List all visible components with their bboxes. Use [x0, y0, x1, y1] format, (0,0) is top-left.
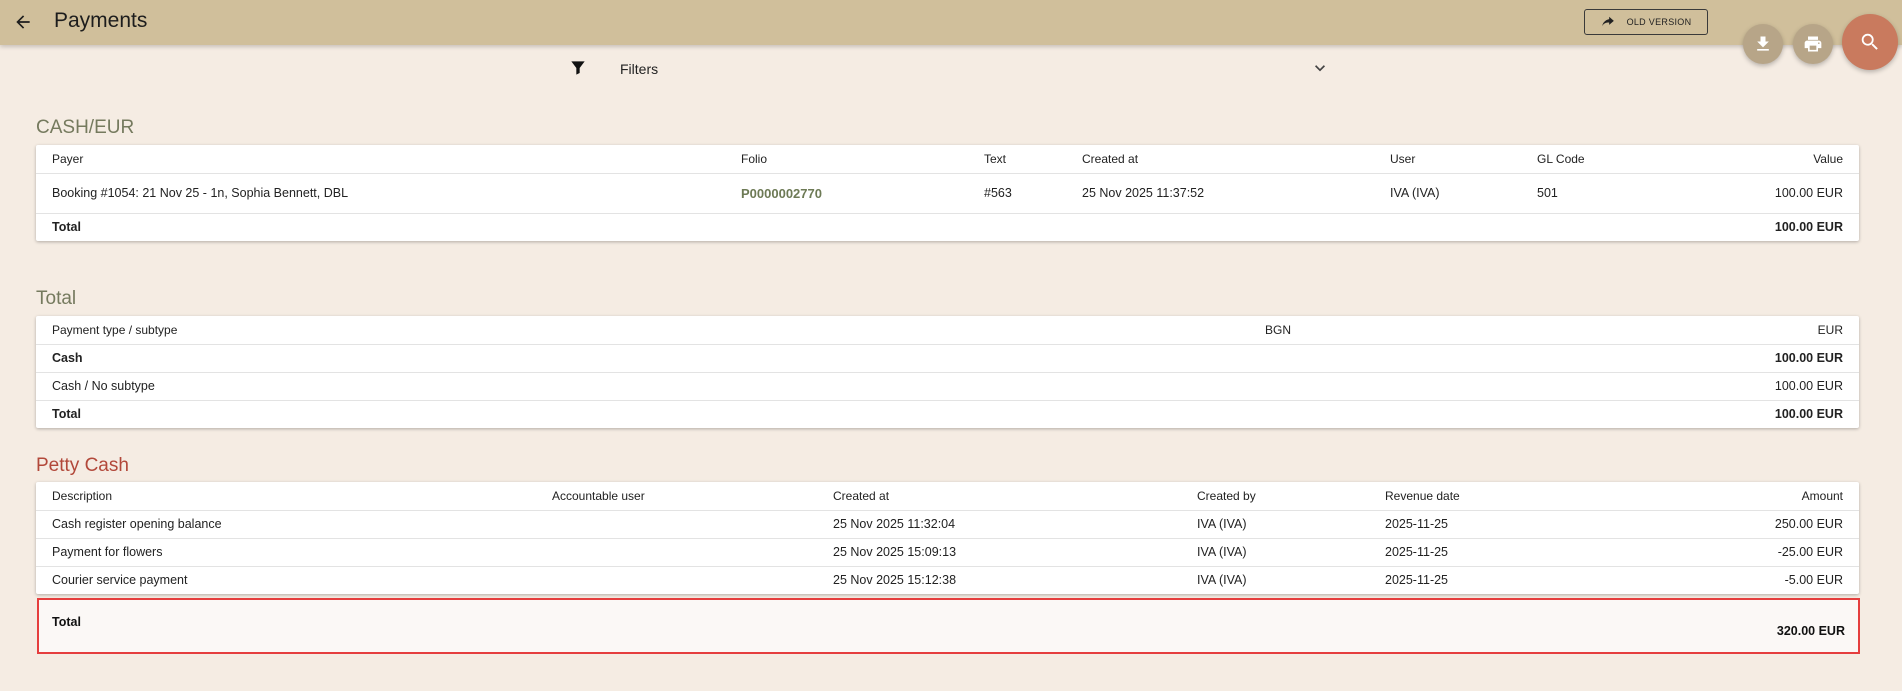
gl-code-cell: 501 — [1521, 173, 1671, 214]
folio-link[interactable]: P0000002770 — [741, 186, 822, 201]
total-row: Total 100.00 EUR — [36, 400, 1859, 428]
created-at-cell: 25 Nov 2025 11:37:52 — [1066, 173, 1374, 214]
accountable-user-cell — [536, 510, 817, 539]
table-row: Cash register opening balance 25 Nov 202… — [36, 510, 1859, 539]
eur-cell: 100.00 EUR — [1549, 372, 1859, 401]
table-row: Courier service payment 25 Nov 2025 15:1… — [36, 566, 1859, 594]
cash-eur-table-card: Payer Folio Text Created at User GL Code… — [36, 145, 1859, 241]
chevron-down-icon — [1315, 65, 1325, 72]
table-row: Booking #1054: 21 Nov 25 - 1n, Sophia Be… — [36, 173, 1859, 214]
text-cell: #563 — [968, 173, 1066, 214]
filters-toggle[interactable]: Filters — [560, 54, 1330, 82]
user-cell: IVA (IVA) — [1374, 173, 1521, 214]
petty-cash-title: Petty Cash — [36, 455, 129, 476]
column-header: Created by — [1181, 482, 1369, 511]
column-header: Amount — [1669, 482, 1859, 511]
download-icon — [1757, 36, 1769, 51]
total-label: Total — [52, 220, 81, 235]
total-value: 100.00 EUR — [1774, 220, 1843, 235]
top-app-bar: Payments OLD VERSION — [0, 0, 1902, 45]
total-label: Total — [52, 407, 81, 422]
petty-cash-table-card: Description Accountable user Created at … — [36, 482, 1859, 594]
amount-cell: 250.00 EUR — [1669, 510, 1859, 539]
print-button[interactable] — [1793, 24, 1833, 64]
arrow-left-icon — [16, 15, 30, 29]
old-version-button[interactable]: OLD VERSION — [1584, 9, 1708, 35]
accountable-user-cell — [536, 566, 817, 594]
filters-label: Filters — [620, 61, 659, 77]
accountable-user-cell — [536, 538, 817, 567]
total-row: Total 100.00 EUR — [36, 213, 1859, 241]
total-value: 100.00 EUR — [1774, 407, 1843, 422]
cash-eur-title: CASH/EUR — [36, 117, 135, 138]
totals-table: Payment type / subtype BGN EUR Cash 100.… — [36, 316, 1859, 428]
column-header: Accountable user — [536, 482, 817, 511]
filter-icon — [571, 61, 585, 75]
revenue-date-cell: 2025-11-25 — [1369, 538, 1669, 567]
petty-cash-total-row: Total 320.00 EUR — [37, 598, 1860, 654]
totals-title: Total — [36, 288, 77, 309]
search-button[interactable] — [1842, 14, 1898, 70]
column-header: BGN — [1249, 316, 1549, 345]
revenue-date-cell: 2025-11-25 — [1385, 573, 1449, 588]
value-cell: 100.00 EUR — [1671, 173, 1859, 214]
revenue-date-cell: 2025-11-25 — [1369, 510, 1669, 539]
column-header: GL Code — [1521, 145, 1671, 174]
total-label: Total — [52, 615, 81, 629]
total-value: 320.00 EUR — [1776, 624, 1845, 638]
page-title: Payments — [54, 9, 148, 32]
share-arrow-icon — [1601, 16, 1614, 27]
download-button[interactable] — [1743, 24, 1783, 64]
created-at-cell: 25 Nov 2025 15:12:38 — [833, 573, 957, 588]
bgn-cell — [1249, 344, 1549, 373]
table-row: Cash 100.00 EUR — [36, 344, 1859, 373]
column-header: User — [1374, 145, 1521, 174]
bgn-cell — [1249, 372, 1549, 401]
search-icon — [1861, 33, 1878, 50]
column-header: Description — [36, 482, 536, 511]
table-header-row: Payer Folio Text Created at User GL Code… — [36, 145, 1859, 174]
created-at-cell: 25 Nov 2025 15:09:13 — [817, 538, 1181, 567]
column-header: Folio — [725, 145, 968, 174]
payment-type-cell: Cash / No subtype — [36, 372, 1249, 401]
table-row: Payment for flowers 25 Nov 2025 15:09:13… — [36, 538, 1859, 567]
column-header: Revenue date — [1369, 482, 1669, 511]
totals-table-card: Payment type / subtype BGN EUR Cash 100.… — [36, 316, 1859, 428]
column-header: Payer — [36, 145, 725, 174]
amount-cell: -5.00 EUR — [1784, 573, 1843, 588]
amount-cell: -25.00 EUR — [1669, 538, 1859, 567]
back-button[interactable] — [10, 9, 36, 35]
description-cell: Payment for flowers — [36, 538, 536, 567]
column-header: Payment type / subtype — [36, 316, 1249, 345]
column-header: EUR — [1549, 316, 1859, 345]
column-header: Value — [1671, 145, 1859, 174]
payment-type-cell: Cash — [36, 344, 1249, 373]
created-by-cell: IVA (IVA) — [1181, 510, 1369, 539]
table-header-row: Description Accountable user Created at … — [36, 482, 1859, 511]
column-header: Text — [968, 145, 1066, 174]
table-header-row: Payment type / subtype BGN EUR — [36, 316, 1859, 345]
column-header: Created at — [1066, 145, 1374, 174]
description-cell: Courier service payment — [52, 573, 188, 588]
table-row: Cash / No subtype 100.00 EUR — [36, 372, 1859, 401]
petty-cash-table: Description Accountable user Created at … — [36, 482, 1859, 594]
payer-cell: Booking #1054: 21 Nov 25 - 1n, Sophia Be… — [36, 173, 725, 214]
created-by-cell: IVA (IVA) — [1197, 573, 1247, 588]
old-version-label: OLD VERSION — [1626, 17, 1692, 27]
eur-cell: 100.00 EUR — [1549, 344, 1859, 373]
created-at-cell: 25 Nov 2025 11:32:04 — [817, 510, 1181, 539]
column-header: Created at — [817, 482, 1181, 511]
print-icon — [1804, 36, 1822, 52]
cash-eur-table: Payer Folio Text Created at User GL Code… — [36, 145, 1859, 241]
created-by-cell: IVA (IVA) — [1181, 538, 1369, 567]
description-cell: Cash register opening balance — [36, 510, 536, 539]
